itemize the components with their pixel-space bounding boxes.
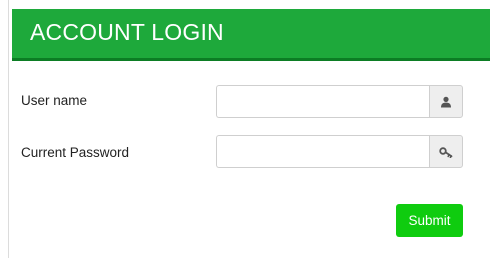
- submit-button[interactable]: Submit: [396, 204, 463, 237]
- page-title: ACCOUNT LOGIN: [30, 19, 224, 45]
- user-icon: [441, 96, 451, 107]
- username-label: User name: [21, 93, 88, 108]
- username-input[interactable]: [216, 85, 429, 118]
- password-input[interactable]: [216, 135, 429, 168]
- password-label: Current Password: [21, 145, 130, 160]
- password-addon: [429, 135, 463, 168]
- username-addon: [429, 85, 463, 118]
- key-icon: [439, 146, 453, 158]
- password-input-group: [216, 135, 463, 168]
- username-input-group: [216, 85, 463, 118]
- login-header: ACCOUNT LOGIN: [12, 9, 490, 61]
